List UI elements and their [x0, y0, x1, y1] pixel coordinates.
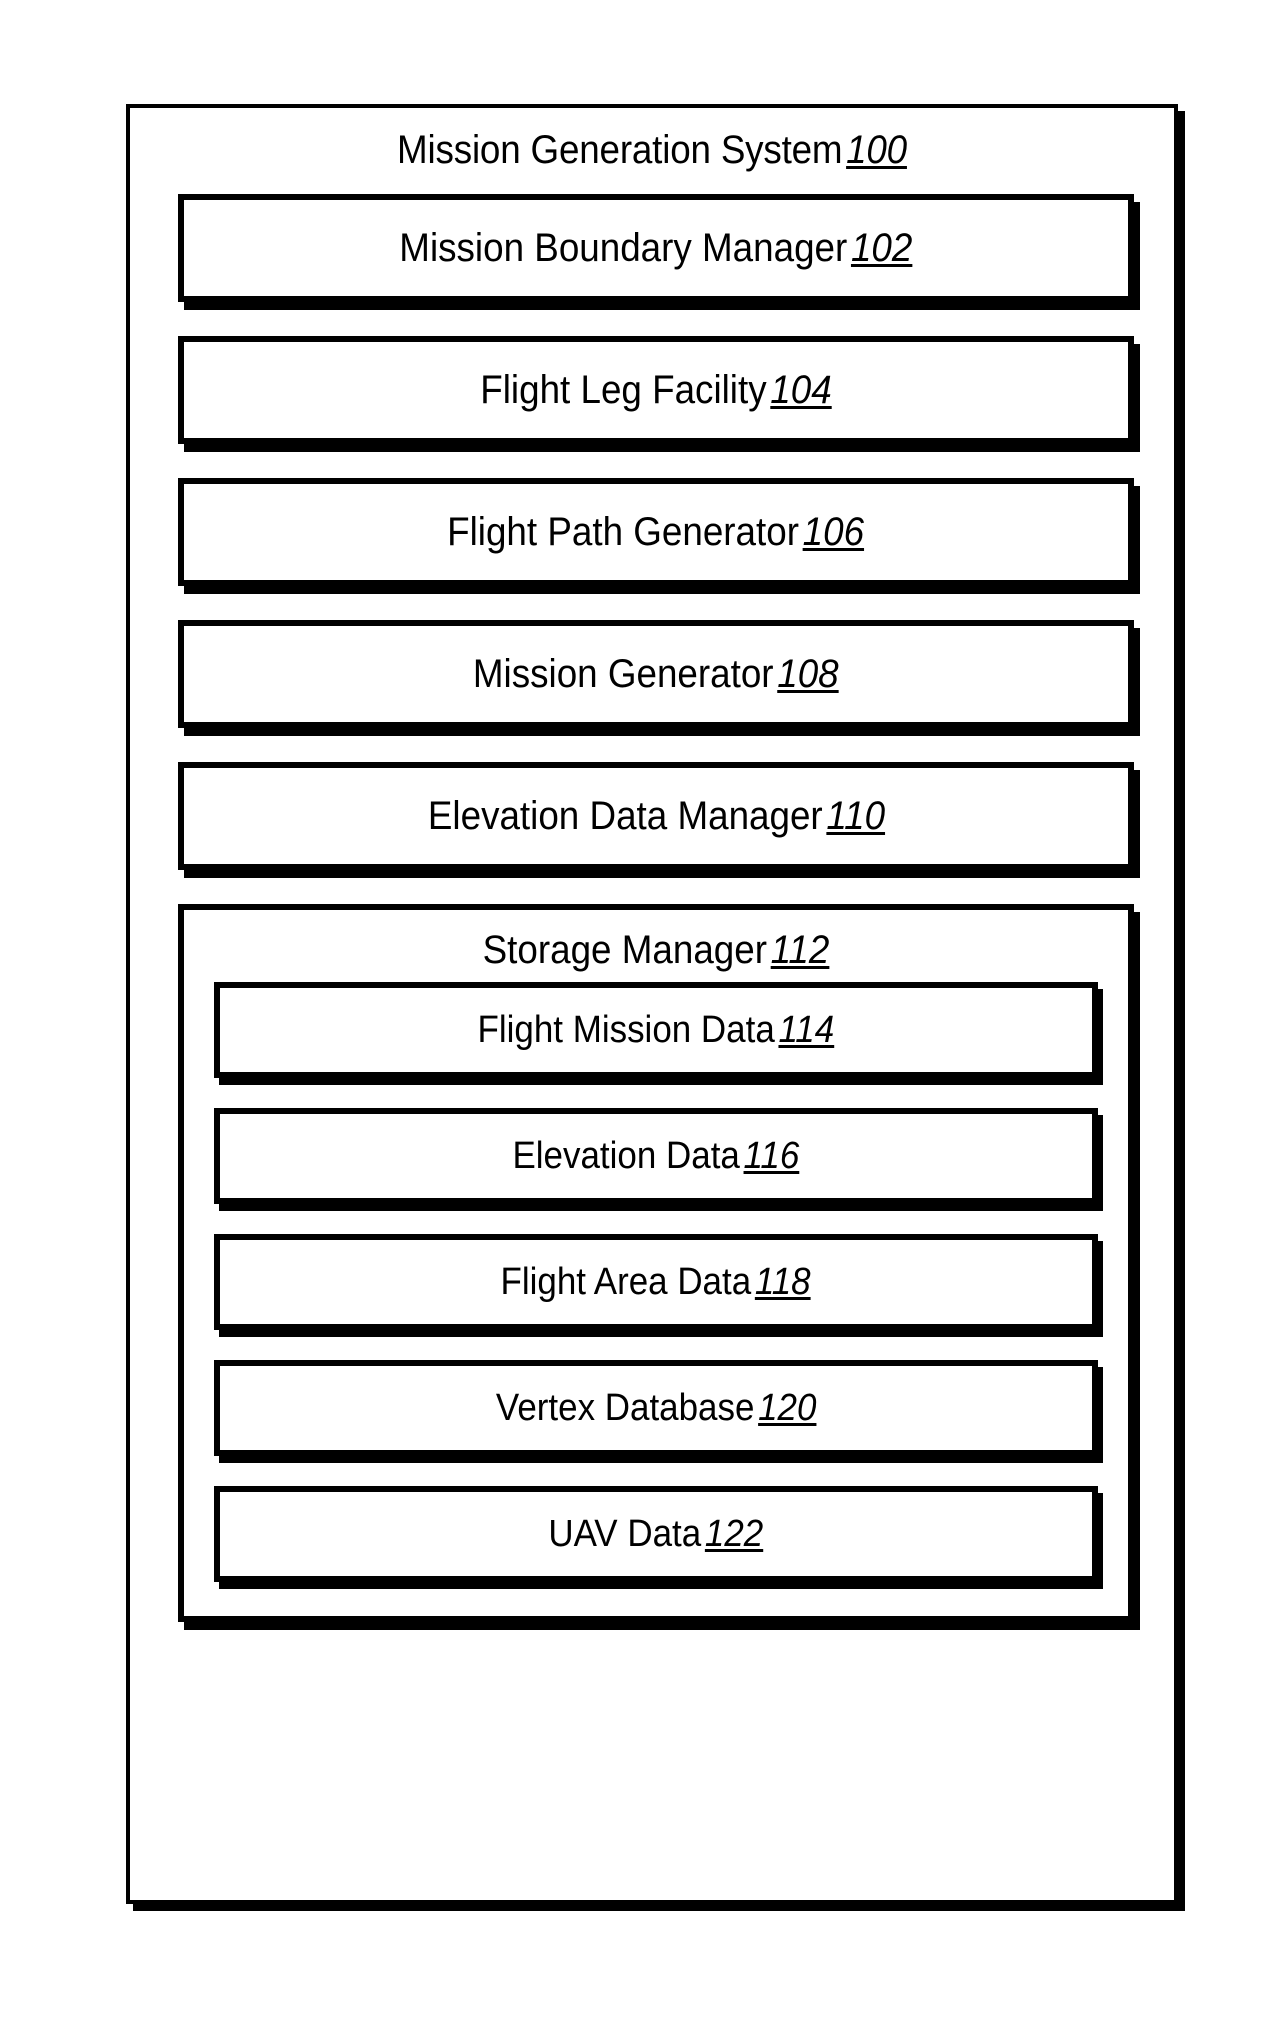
- system-title-text: Mission Generation System: [397, 128, 843, 172]
- storage-manager-container[interactable]: Storage Manager112 Flight Mission Data11…: [178, 904, 1134, 1622]
- storage-manager-reference-number: 112: [770, 928, 830, 972]
- storage-box-label-text: UAV Data: [548, 1513, 702, 1555]
- storage-box-label-text: Elevation Data: [512, 1135, 740, 1177]
- storage-box-label-text: Vertex Database: [495, 1387, 755, 1429]
- storage-box-reference-number: 116: [743, 1135, 800, 1177]
- storage-manager-items: Flight Mission Data114 Elevation Data116…: [184, 982, 1128, 1582]
- module-reference-number: 104: [770, 368, 832, 412]
- system-reference-number: 100: [846, 128, 907, 172]
- module-label: Elevation Data Manager110: [427, 796, 884, 836]
- storage-box-label-text: Flight Area Data: [500, 1261, 752, 1303]
- storage-box-label: Flight Mission Data114: [478, 1011, 835, 1049]
- system-title: Mission Generation System100: [172, 108, 1132, 178]
- module-box-elevation-data-manager[interactable]: Elevation Data Manager110: [178, 762, 1134, 870]
- module-label-text: Mission Generator: [473, 652, 774, 696]
- module-label-text: Elevation Data Manager: [427, 794, 823, 838]
- module-label: Mission Generator108: [473, 654, 839, 694]
- module-box-flight-path-generator[interactable]: Flight Path Generator106: [178, 478, 1134, 586]
- module-reference-number: 108: [777, 652, 839, 696]
- mission-generation-system-frame: Mission Generation System100 Mission Bou…: [126, 104, 1178, 1904]
- storage-box-label: Elevation Data116: [513, 1137, 800, 1175]
- storage-box-flight-area-data[interactable]: Flight Area Data118: [214, 1234, 1098, 1330]
- diagram-root: Mission Generation System100 Mission Bou…: [0, 0, 1287, 2018]
- module-label-text: Mission Boundary Manager: [399, 226, 848, 270]
- storage-box-reference-number: 114: [778, 1009, 835, 1051]
- module-label: Flight Path Generator106: [448, 512, 865, 552]
- module-reference-number: 102: [851, 226, 913, 270]
- module-box-mission-generator[interactable]: Mission Generator108: [178, 620, 1134, 728]
- module-box-flight-leg-facility[interactable]: Flight Leg Facility104: [178, 336, 1134, 444]
- storage-box-label: Vertex Database120: [496, 1389, 817, 1427]
- module-box-mission-boundary-manager[interactable]: Mission Boundary Manager102: [178, 194, 1134, 302]
- storage-box-reference-number: 120: [757, 1387, 817, 1429]
- storage-box-elevation-data[interactable]: Elevation Data116: [214, 1108, 1098, 1204]
- module-list: Mission Boundary Manager102 Flight Leg F…: [178, 194, 1134, 1626]
- storage-box-reference-number: 118: [755, 1261, 812, 1303]
- module-reference-number: 110: [825, 794, 885, 838]
- storage-box-label-text: Flight Mission Data: [477, 1009, 775, 1051]
- storage-box-flight-mission-data[interactable]: Flight Mission Data114: [214, 982, 1098, 1078]
- module-label-text: Flight Leg Facility: [480, 368, 767, 412]
- module-label-text: Flight Path Generator: [447, 510, 800, 554]
- storage-box-label: Flight Area Data118: [501, 1263, 811, 1301]
- storage-box-vertex-database[interactable]: Vertex Database120: [214, 1360, 1098, 1456]
- storage-manager-title: Storage Manager112: [222, 910, 1090, 982]
- module-label: Flight Leg Facility104: [480, 370, 831, 410]
- storage-box-label: UAV Data122: [549, 1515, 764, 1553]
- storage-manager-title-text: Storage Manager: [482, 928, 768, 972]
- module-label: Mission Boundary Manager102: [399, 228, 912, 268]
- storage-box-uav-data[interactable]: UAV Data122: [214, 1486, 1098, 1582]
- module-reference-number: 106: [803, 510, 865, 554]
- storage-box-reference-number: 122: [705, 1513, 764, 1555]
